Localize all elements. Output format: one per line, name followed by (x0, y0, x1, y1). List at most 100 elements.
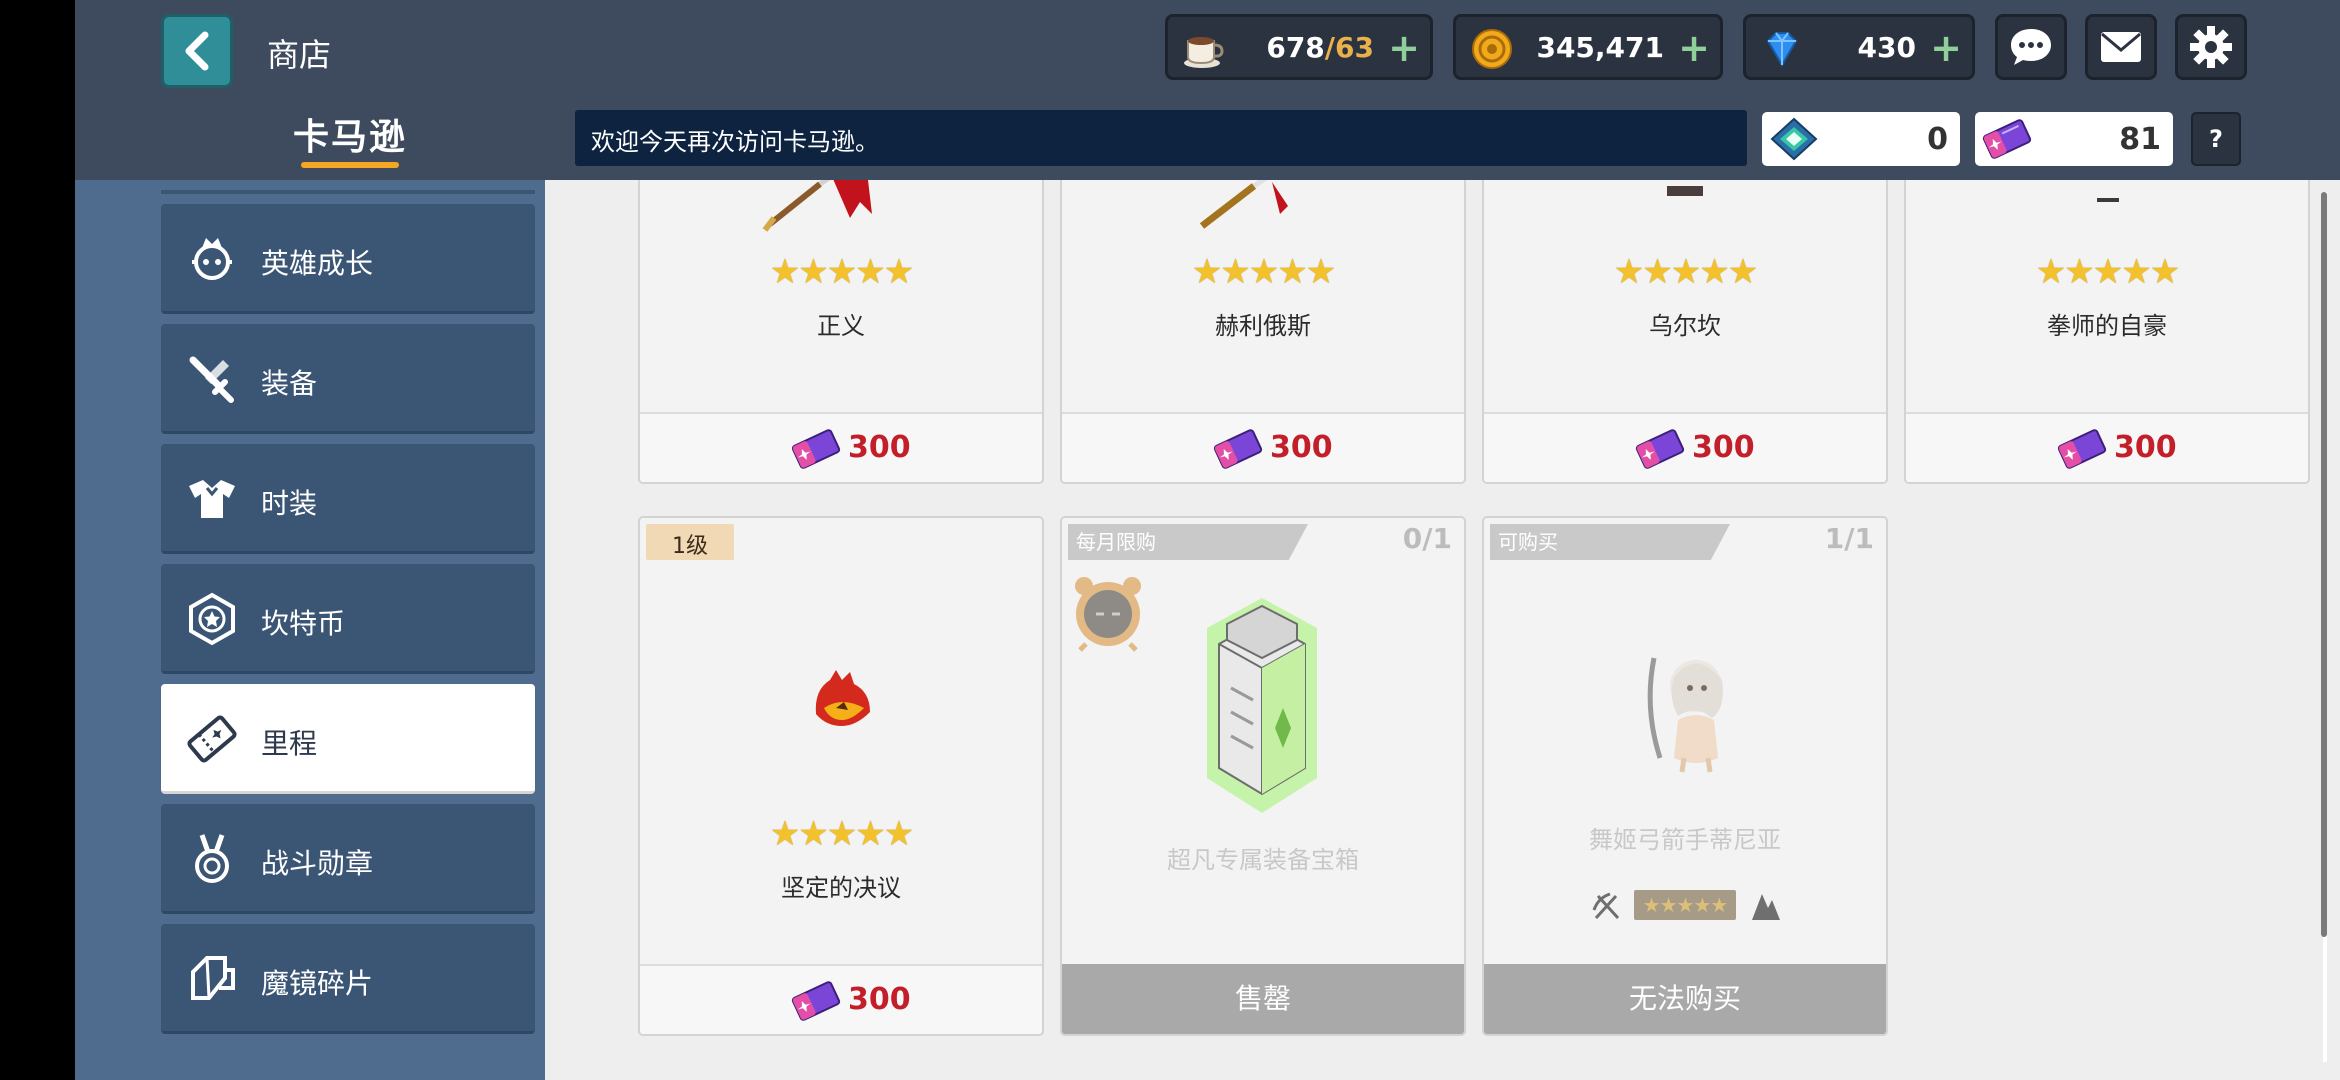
mileage-ticket-icon (1213, 429, 1263, 469)
cannot-buy-button[interactable]: 无法购买 (1484, 964, 1886, 1034)
product-name: 舞姬弓箭手蒂尼亚 (1589, 826, 1781, 854)
stamina-max: 63 (1335, 31, 1374, 64)
sidebar-item-kanterbury-coin[interactable]: 坎特币 (161, 564, 535, 674)
costume-icon (189, 480, 235, 518)
price-button[interactable]: 300 (1484, 412, 1886, 482)
price-button[interactable]: 300 (1906, 412, 2308, 482)
shop-name: 卡马逊 (292, 117, 407, 158)
star-rating: ★★★★★ (769, 252, 914, 292)
product-name: 超凡专属装备宝箱 (1167, 846, 1359, 874)
add-gold-button[interactable]: + (1678, 25, 1710, 71)
stamina-value: 678/63 (1266, 31, 1374, 64)
sidebar-item-label: 英雄成长 (261, 247, 374, 280)
purchase-count: 0/1 (1402, 522, 1452, 555)
page-title: 商店 (267, 36, 332, 74)
stamina-separator: / (1324, 31, 1336, 64)
product-card[interactable]: ★★★★★ 乌尔坎 300 (1482, 180, 1888, 484)
sidebar-item-mirror-shard[interactable]: 魔镜碎片 (161, 924, 535, 1034)
product-card[interactable]: 可购买 1/1 舞姬弓箭手蒂尼亚 ★★★★★ 无法购买 (1482, 516, 1888, 1036)
sidebar-item-label: 魔镜碎片 (261, 967, 374, 1000)
hero-star-rating: ★★★★★ (1634, 890, 1736, 920)
mileage-token-counter: 0 (1762, 112, 1960, 166)
sidebar-item-label: 坎特币 (261, 607, 346, 640)
star-rating: ★★★★★ (1191, 252, 1336, 292)
welcome-text: 欢迎今天再次访问卡马逊。 (591, 128, 879, 156)
coffee-cup-icon (1184, 37, 1224, 68)
shop-screen: 商店 卡马逊 678/63 + 345,471 + 430 + 欢迎今天再次访问… (75, 0, 2340, 1080)
spear-weapon-image (1199, 180, 1288, 229)
settings-button[interactable] (2175, 14, 2247, 80)
blue-gem-icon (1766, 32, 1798, 67)
sidebar-item-equipment[interactable]: 装备 (161, 324, 535, 434)
price-button[interactable]: 300 (1062, 412, 1464, 482)
sidebar-item-mileage[interactable]: 里程 (161, 684, 535, 794)
sidebar-item-battle-medal[interactable]: 战斗勋章 (161, 804, 535, 914)
price-button[interactable]: 300 (640, 964, 1042, 1034)
gold-coin-icon (1472, 29, 1512, 69)
stamina-counter[interactable]: 678/63 + (1165, 14, 1433, 80)
gauntlet-weapon-image (2097, 198, 2119, 202)
product-name: 坚定的决议 (781, 874, 901, 902)
chevron-left-icon (185, 31, 209, 71)
hammer-weapon-image (1667, 186, 1703, 196)
product-name: 乌尔坎 (1649, 312, 1721, 340)
shop-tab-underline (301, 162, 399, 168)
price-button[interactable]: 300 (640, 412, 1042, 482)
product-card[interactable]: ★★★★★ 正义 300 (638, 180, 1044, 484)
scrollbar-thumb[interactable] (2321, 192, 2327, 937)
equipment-icon (189, 356, 234, 403)
product-card[interactable]: ★★★★★ 拳师的自豪 300 (1904, 180, 2310, 484)
add-stamina-button[interactable]: + (1388, 25, 1420, 71)
available-tag: 可购买 (1490, 524, 1730, 560)
mileage-ticket-icon (791, 981, 841, 1021)
mirror-shard-icon (191, 956, 235, 1000)
mileage-token-value: 0 (1927, 122, 1948, 157)
price-value: 300 (848, 430, 911, 465)
green-crystal-token-icon (1770, 117, 1818, 161)
product-name: 拳师的自豪 (2047, 312, 2167, 340)
add-gem-button[interactable]: + (1930, 25, 1962, 71)
product-card[interactable]: 1级 ★★★★★ 坚定的决议 300 (638, 516, 1044, 1036)
sidebar-item-label: 战斗勋章 (261, 847, 374, 880)
gem-value: 430 (1857, 31, 1916, 64)
price-value: 300 (1270, 430, 1333, 465)
battle-medal-icon (195, 834, 229, 883)
no-bow-class-icon (1592, 892, 1620, 920)
stamina-current: 678 (1266, 31, 1325, 64)
alarm-clock-icon (1075, 577, 1141, 652)
price-value: 300 (2114, 430, 2177, 465)
fire-helmet-image (815, 670, 870, 726)
sidebar-item-hero-growth[interactable]: 英雄成长 (161, 204, 535, 314)
star-rating: ★★★★★ (769, 814, 914, 854)
back-button[interactable] (161, 14, 233, 88)
shop-tab[interactable]: 卡马逊 (290, 108, 410, 168)
gem-counter[interactable]: 430 + (1743, 14, 1975, 80)
star-rating: ★★★★★ (1613, 252, 1758, 292)
kanterbury-coin-icon (189, 592, 235, 646)
purchase-count: 1/1 (1824, 522, 1874, 555)
envelope-icon (2101, 32, 2141, 62)
product-card[interactable]: ★★★★★ 赫利俄斯 300 (1060, 180, 1466, 484)
monthly-limit-tag: 每月限购 (1068, 524, 1308, 560)
sold-out-button[interactable]: 售罄 (1062, 964, 1464, 1034)
help-button[interactable]: ? (2191, 112, 2241, 166)
welcome-banner: 欢迎今天再次访问卡马逊。 (575, 110, 1747, 166)
gold-counter[interactable]: 345,471 + (1453, 14, 1723, 80)
star-rating: ★★★★★ (2035, 252, 2180, 292)
product-card[interactable]: 每月限购 0/1 超凡专属装备宝箱 售罄 (1060, 516, 1466, 1036)
chat-bubble-icon (2011, 29, 2051, 65)
mileage-ticket-icon (1635, 429, 1685, 469)
sidebar-divider (161, 190, 535, 194)
dancer-archer-hero-image (1647, 657, 1723, 773)
chat-button[interactable] (1995, 14, 2067, 80)
mail-button[interactable] (2085, 14, 2157, 80)
mileage-ticket-value: 81 (2119, 122, 2161, 157)
equipment-chest-image (1207, 598, 1317, 813)
product-grid: ★★★★★ 正义 300 ★★★★★ 赫利俄斯 300 ★★★★★ 乌尔坎 30… (545, 180, 2340, 1080)
sidebar-item-label: 里程 (261, 727, 318, 760)
product-name: 正义 (817, 312, 865, 340)
sidebar-item-costume[interactable]: 时装 (161, 444, 535, 554)
sidebar-item-label: 装备 (261, 367, 318, 400)
header-bar: 商店 卡马逊 678/63 + 345,471 + 430 + 欢迎今天再次访问… (75, 0, 2340, 180)
category-sidebar: 英雄成长 装备 时装 坎特币 里程 战斗勋章 魔镜碎片 (75, 180, 545, 1080)
